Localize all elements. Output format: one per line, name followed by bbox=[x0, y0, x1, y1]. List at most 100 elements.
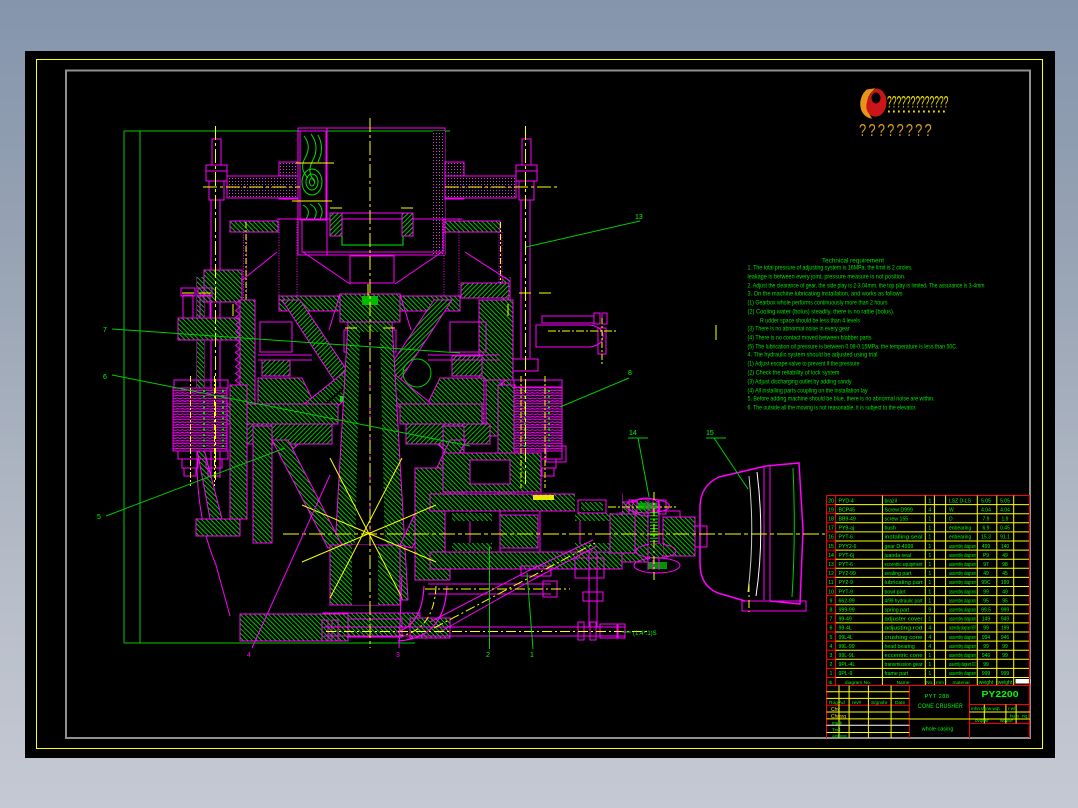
svg-text:Rog Ad: Rog Ad bbox=[829, 700, 845, 706]
svg-text:4: 4 bbox=[830, 644, 833, 650]
svg-text:7.9: 7.9 bbox=[983, 517, 990, 523]
svg-text:assembly diagram DC: assembly diagram DC bbox=[949, 662, 976, 668]
svg-text:5: 5 bbox=[830, 635, 833, 641]
svg-text:6: 6 bbox=[830, 626, 833, 632]
svg-text:assembly diagram: assembly diagram bbox=[949, 580, 976, 586]
svg-text:PYT-6: PYT-6 bbox=[839, 562, 854, 568]
svg-text:(2) Cooling water (bolus) stea: (2) Cooling water (bolus) steadily, ther… bbox=[748, 309, 895, 316]
svg-text:PY2-9: PY2-9 bbox=[839, 580, 854, 586]
svg-text:95: 95 bbox=[983, 598, 989, 604]
svg-text:9: 9 bbox=[928, 608, 931, 614]
svg-text:wqvwr: wqvwr bbox=[1000, 718, 1013, 723]
svg-text:ovqrwr: ovqrwr bbox=[975, 718, 989, 723]
svg-text:1: 1 bbox=[928, 553, 931, 559]
svg-text:assembly diagram: assembly diagram bbox=[949, 571, 976, 577]
svg-text:1: 1 bbox=[928, 617, 931, 623]
svg-text:98: 98 bbox=[1002, 562, 1008, 568]
svg-text:(4) All installing parts coupl: (4) All installing parts coupling on the… bbox=[748, 388, 869, 395]
svg-text:3: 3 bbox=[830, 653, 833, 659]
svg-text:r wl: r wl bbox=[1008, 706, 1015, 711]
svg-text:Technical requirement: Technical requirement bbox=[822, 258, 884, 265]
svg-text:lubricating part: lubricating part bbox=[885, 580, 924, 586]
svg-text:49: 49 bbox=[983, 571, 989, 577]
svg-text:PYT-6j: PYT-6j bbox=[839, 553, 855, 559]
svg-text:1: 1 bbox=[928, 598, 931, 604]
svg-text:999-99: 999-99 bbox=[839, 608, 855, 614]
svg-text:assembly diagram: assembly diagram bbox=[949, 644, 976, 650]
svg-text:LSZ D-LS: LSZ D-LS bbox=[949, 498, 972, 504]
svg-text:949: 949 bbox=[1001, 617, 1010, 623]
svg-text:(1:4*.1)S: (1:4*.1)S bbox=[633, 631, 657, 637]
svg-text:PY2200: PY2200 bbox=[982, 690, 1020, 699]
svg-text:nq.l: nq.l bbox=[1022, 714, 1029, 719]
svg-text:16: 16 bbox=[828, 535, 834, 541]
svg-text:999: 999 bbox=[1001, 608, 1010, 614]
svg-text:R udder space should be less t: R udder space should be less than 4 leve… bbox=[760, 318, 860, 325]
svg-text:4: 4 bbox=[928, 635, 931, 641]
svg-text:(1) Gearbox whole performs con: (1) Gearbox whole performs continuously … bbox=[748, 300, 888, 307]
svg-text:Antfreg: Antfreg bbox=[832, 734, 847, 739]
svg-text:4: 4 bbox=[928, 507, 931, 513]
svg-text:149: 149 bbox=[982, 617, 991, 623]
svg-text:bowl part: bowl part bbox=[885, 589, 907, 595]
svg-text:(3) Adjust discharging outlet: (3) Adjust discharging outlet by adding … bbox=[748, 379, 853, 386]
svg-text:99L4L: 99L4L bbox=[839, 635, 854, 641]
svg-text:17: 17 bbox=[828, 526, 834, 532]
svg-text:99: 99 bbox=[983, 644, 989, 650]
svg-text:PYD-4: PYD-4 bbox=[839, 498, 854, 504]
svg-text:91.1: 91.1 bbox=[1000, 535, 1010, 541]
svg-text:99: 99 bbox=[1002, 653, 1008, 659]
svg-text:19: 19 bbox=[828, 507, 834, 513]
svg-text:1: 1 bbox=[928, 544, 931, 550]
svg-text:1.9: 1.9 bbox=[1002, 517, 1009, 523]
svg-text:5: 5 bbox=[97, 514, 101, 521]
svg-text:140: 140 bbox=[1001, 544, 1010, 550]
svg-text:assembly diagram: assembly diagram bbox=[949, 598, 976, 604]
svg-text:PY9-aj: PY9-aj bbox=[839, 526, 855, 532]
svg-text:1: 1 bbox=[830, 671, 833, 677]
svg-text:999: 999 bbox=[982, 671, 991, 677]
svg-text:eccentric cone: eccentric cone bbox=[885, 653, 923, 659]
svg-text:199: 199 bbox=[1001, 580, 1010, 586]
svg-text:eccentric equipment: eccentric equipment bbox=[885, 562, 923, 568]
svg-text:99: 99 bbox=[983, 626, 989, 632]
svg-text:Screw D999: Screw D999 bbox=[885, 507, 913, 513]
svg-text:Date: Date bbox=[895, 700, 905, 706]
svg-text:????????: ???????? bbox=[859, 121, 934, 141]
svg-text:5.05: 5.05 bbox=[981, 498, 991, 504]
svg-text:adjusting rod: adjusting rod bbox=[885, 626, 923, 632]
svg-text:head bearing: head bearing bbox=[885, 644, 915, 650]
svg-text:BCP45: BCP45 bbox=[839, 507, 856, 513]
svg-text:spring part: spring part bbox=[885, 608, 910, 614]
svg-text:1: 1 bbox=[928, 589, 931, 595]
svg-text:499: 499 bbox=[982, 544, 991, 550]
svg-text:PYT 288: PYT 288 bbox=[925, 694, 950, 700]
svg-text:946: 946 bbox=[982, 653, 991, 659]
svg-text:97: 97 bbox=[983, 562, 989, 568]
svg-text:BB9-49: BB9-49 bbox=[839, 517, 856, 523]
svg-text:screw 155: screw 155 bbox=[885, 517, 909, 523]
svg-text:adjuster cover: adjuster cover bbox=[885, 617, 923, 623]
svg-text:W: W bbox=[949, 507, 954, 513]
svg-text:PYY2-6: PYY2-6 bbox=[839, 544, 857, 550]
svg-text:(4) There is no contact moved: (4) There is no contact moved between bl… bbox=[748, 335, 872, 342]
svg-text:99.5: 99.5 bbox=[981, 608, 991, 614]
svg-text:11: 11 bbox=[828, 580, 833, 586]
svg-text:crushing cone: crushing cone bbox=[885, 635, 923, 641]
svg-text:2: 2 bbox=[830, 662, 833, 668]
svg-text:4: 4 bbox=[928, 626, 931, 632]
svg-text:(1) Adjust escape valve to pre: (1) Adjust escape valve to prevent if th… bbox=[748, 361, 860, 368]
svg-text:4. The hydraulic system shoul: 4. The hydraulic system should be adjust… bbox=[748, 352, 878, 359]
svg-text:15: 15 bbox=[828, 544, 834, 550]
svg-text:99L-99: 99L-99 bbox=[839, 644, 855, 650]
svg-text:6.9: 6.9 bbox=[983, 526, 990, 532]
svg-text:assembly diagram: assembly diagram bbox=[949, 544, 976, 550]
svg-text:Name: Name bbox=[897, 680, 910, 686]
svg-text:2: 2 bbox=[486, 652, 490, 659]
svg-text:enbearing: enbearing bbox=[949, 526, 971, 532]
svg-text:14: 14 bbox=[629, 430, 637, 437]
svg-text:95: 95 bbox=[1002, 598, 1008, 604]
svg-text:3: 3 bbox=[396, 652, 400, 659]
svg-text:1: 1 bbox=[928, 562, 931, 568]
svg-text:assembly diagram: assembly diagram bbox=[949, 608, 976, 614]
